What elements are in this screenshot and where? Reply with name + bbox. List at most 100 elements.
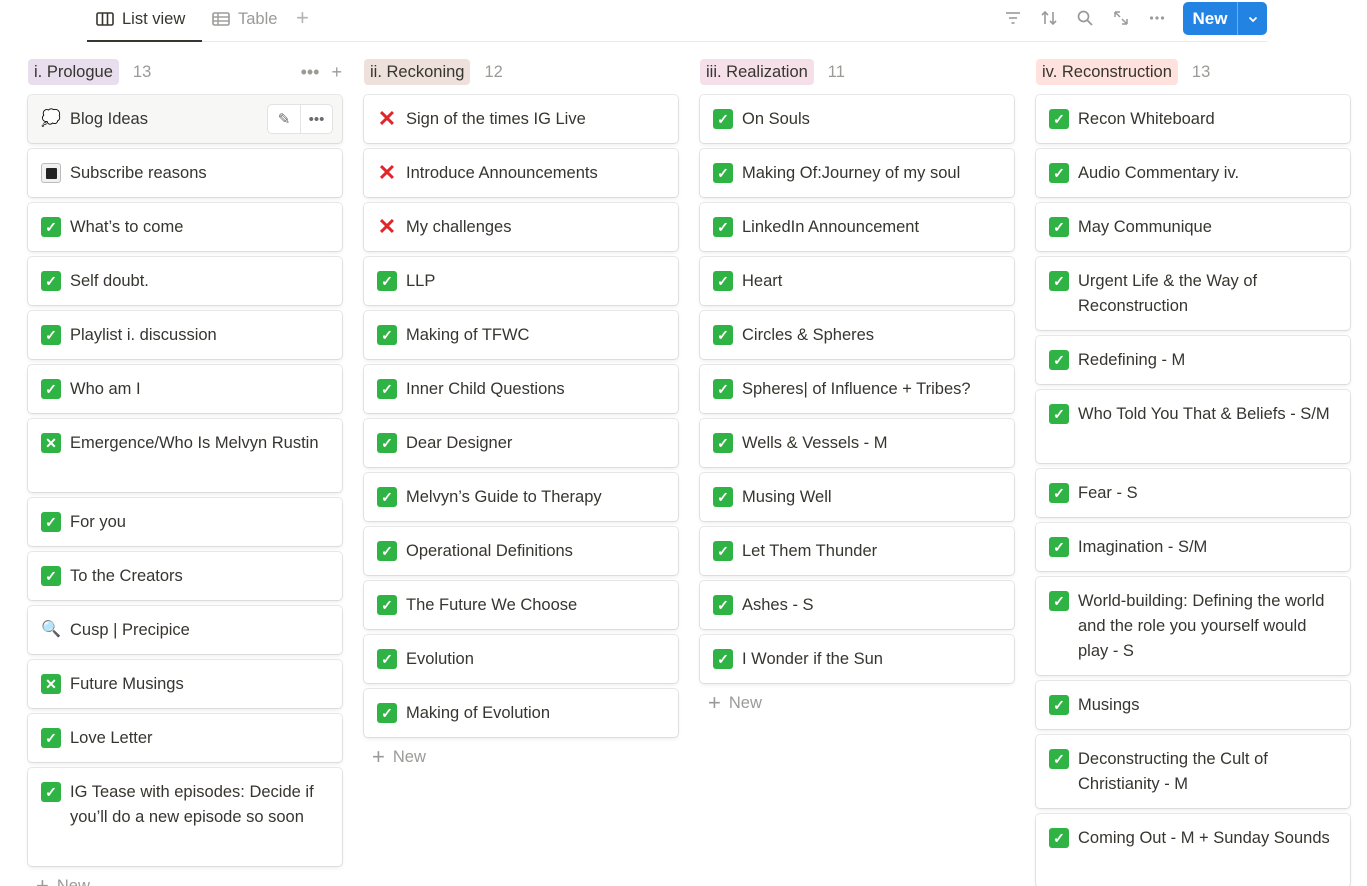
group-count: 13 (1191, 62, 1211, 81)
check-mark-icon: ✓ (713, 217, 733, 237)
board-card[interactable]: ✓ LLP (364, 257, 678, 305)
plus-icon: + (708, 690, 721, 715)
board-card[interactable]: ✓ Love Letter (28, 714, 342, 762)
check-mark-icon: ✓ (377, 649, 397, 669)
board-card[interactable]: ✕ Emergence/Who Is Melvyn Rustin (28, 419, 342, 492)
group-count: 11 (827, 62, 845, 81)
group-name[interactable]: iv. Reconstruction (1036, 59, 1178, 85)
board-card[interactable]: ✓ Dear Designer (364, 419, 678, 467)
card-title: Love Letter (70, 729, 153, 747)
column-header: i. Prologue 13 ••• + (28, 58, 342, 86)
column-header: iv. Reconstruction 13 (1036, 58, 1350, 86)
stop-square-icon (41, 163, 61, 183)
board-card[interactable]: ✓ Making Of:Journey of my soul (700, 149, 1014, 197)
board-card[interactable]: ✓ Playlist i. discussion (28, 311, 342, 359)
check-mark-icon: ✓ (377, 379, 397, 399)
board-card[interactable]: ✓ Evolution (364, 635, 678, 683)
check-mark-icon: ✓ (713, 487, 733, 507)
board-card[interactable]: ✓ Wells & Vessels - M (700, 419, 1014, 467)
red-x-icon: ✕ (377, 106, 397, 131)
cross-mark-icon: ✕ (41, 674, 61, 694)
board-card[interactable]: ✕ Sign of the times IG Live (364, 95, 678, 143)
group-name[interactable]: i. Prologue (28, 59, 119, 85)
add-view-button[interactable]: + (296, 5, 309, 31)
check-mark-icon: ✓ (377, 595, 397, 615)
board-card[interactable]: Subscribe reasons (28, 149, 342, 197)
board-card[interactable]: ✓ Making of TFWC (364, 311, 678, 359)
card-title: Fear - S (1078, 484, 1138, 502)
card-title: The Future We Choose (406, 596, 578, 614)
board-card[interactable]: ✓ Spheres| of Influence + Tribes? (700, 365, 1014, 413)
filter-icon[interactable] (1003, 8, 1023, 28)
more-options-icon[interactable]: ••• (300, 105, 332, 133)
board-card[interactable]: ✓ IG Tease with episodes: Decide if you’l… (28, 768, 342, 866)
more-options-icon[interactable] (1147, 8, 1167, 28)
check-mark-icon: ✓ (41, 217, 61, 237)
board-card[interactable]: ✓ Circles & Spheres (700, 311, 1014, 359)
board-card[interactable]: ✓ To the Creators (28, 552, 342, 600)
board-card[interactable]: ✓ Making of Evolution (364, 689, 678, 737)
more-options-icon[interactable]: ••• (301, 60, 320, 84)
sort-icon[interactable] (1039, 8, 1059, 28)
check-mark-icon: ✓ (1049, 404, 1069, 424)
board-card[interactable]: ✓ Urgent Life & the Way of Reconstruction (1036, 257, 1350, 330)
board-card[interactable]: ✓ Inner Child Questions (364, 365, 678, 413)
new-card-label: New (56, 876, 90, 886)
expand-icon[interactable] (1111, 8, 1131, 28)
board-card[interactable]: ✓ LinkedIn Announcement (700, 203, 1014, 251)
board-card[interactable]: ✓ I Wonder if the Sun (700, 635, 1014, 683)
board-card[interactable]: 🔍 Cusp | Precipice (28, 606, 342, 654)
board-card[interactable]: ✓ World-building: Defining the world and … (1036, 577, 1350, 675)
check-mark-icon: ✓ (377, 541, 397, 561)
card-title: For you (70, 513, 126, 531)
board-card[interactable]: ✓ Coming Out - M + Sunday Sounds (1036, 814, 1350, 886)
board-card[interactable]: ✓ For you (28, 498, 342, 546)
board-card[interactable]: ✓ Audio Commentary iv. (1036, 149, 1350, 197)
board-card[interactable]: ✓ Ashes - S (700, 581, 1014, 629)
board-card[interactable]: ✓ Who am I (28, 365, 342, 413)
card-title: Wells & Vessels - M (742, 434, 888, 452)
board-card[interactable]: ✓ Redefining - M (1036, 336, 1350, 384)
board-card[interactable]: ✓ Heart (700, 257, 1014, 305)
board-card[interactable]: ✓ Operational Definitions (364, 527, 678, 575)
board-card[interactable]: ✓ Musings (1036, 681, 1350, 729)
board-card[interactable]: ✓ Deconstructing the Cult of Christianity… (1036, 735, 1350, 808)
board-card[interactable]: ✕ My challenges (364, 203, 678, 251)
board-card[interactable]: ✓ Imagination - S/M (1036, 523, 1350, 571)
board-card[interactable]: ✓ Self doubt. (28, 257, 342, 305)
board-card[interactable]: ✓ What’s to come (28, 203, 342, 251)
board-card[interactable]: ✓ May Communique (1036, 203, 1350, 251)
board-card[interactable]: ✓ Who Told You That & Beliefs - S/M (1036, 390, 1350, 463)
card-title: May Communique (1078, 218, 1212, 236)
check-mark-icon: ✓ (41, 325, 61, 345)
group-name[interactable]: iii. Realization (700, 59, 814, 85)
board-card[interactable]: ✕ Future Musings (28, 660, 342, 708)
chevron-down-icon[interactable] (1238, 2, 1267, 35)
board-card[interactable]: ✓ Fear - S (1036, 469, 1350, 517)
group-name[interactable]: ii. Reckoning (364, 59, 471, 85)
card-title: To the Creators (70, 567, 183, 585)
add-card-icon[interactable]: + (331, 60, 342, 84)
card-title: My challenges (406, 218, 512, 236)
add-new-card-button[interactable]: + New (36, 873, 90, 886)
board-card[interactable]: 💭 Blog Ideas ✎ ••• (28, 95, 342, 143)
board-card[interactable]: ✓ The Future We Choose (364, 581, 678, 629)
new-card-label: New (392, 747, 426, 766)
check-mark-icon: ✓ (1049, 271, 1069, 291)
add-new-card-button[interactable]: + New (708, 690, 762, 716)
card-title: Ashes - S (742, 596, 814, 614)
board-card[interactable]: ✓ Recon Whiteboard (1036, 95, 1350, 143)
board-card[interactable]: ✓ On Souls (700, 95, 1014, 143)
tab-list-view[interactable]: List view (95, 4, 185, 34)
search-icon[interactable] (1075, 8, 1095, 28)
board-card[interactable]: ✕ Introduce Announcements (364, 149, 678, 197)
board-card[interactable]: ✓ Let Them Thunder (700, 527, 1014, 575)
new-button[interactable]: New (1183, 2, 1267, 35)
table-icon (212, 12, 230, 26)
board-card[interactable]: ✓ Melvyn’s Guide to Therapy (364, 473, 678, 521)
edit-pencil-icon[interactable]: ✎ (268, 105, 300, 133)
new-card-label: New (728, 693, 762, 712)
tab-table[interactable]: Table (211, 4, 277, 34)
add-new-card-button[interactable]: + New (372, 744, 426, 770)
board-card[interactable]: ✓ Musing Well (700, 473, 1014, 521)
